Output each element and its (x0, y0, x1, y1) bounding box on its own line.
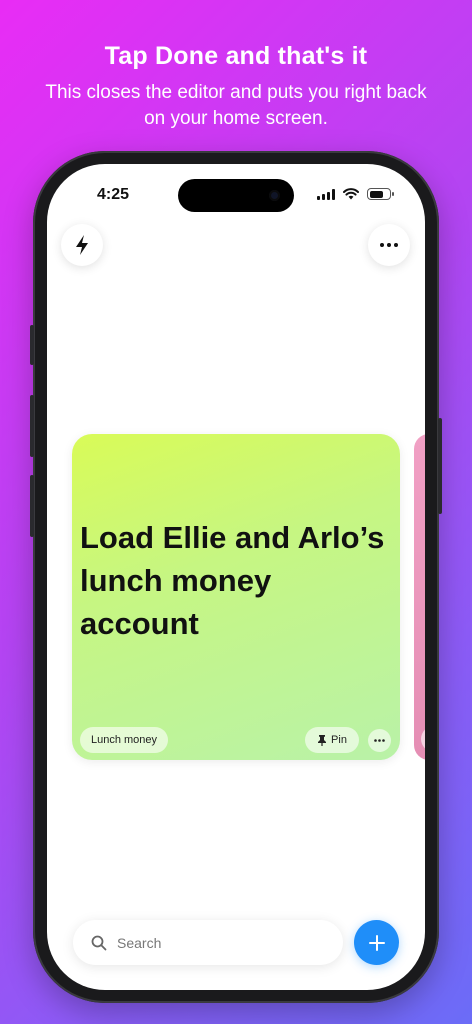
phone-volume-down (30, 475, 34, 537)
add-note-button[interactable] (354, 920, 399, 965)
search-bar[interactable] (73, 920, 343, 965)
camera-icon (269, 190, 280, 201)
search-input[interactable] (117, 934, 317, 951)
note-card[interactable]: Load Ellie and Arlo’s lunch money accoun… (72, 434, 400, 760)
more-icon (380, 243, 398, 247)
signal-icon (317, 188, 335, 200)
more-options-button[interactable] (368, 224, 410, 266)
pin-label: Pin (331, 734, 347, 746)
bolt-icon (76, 235, 88, 255)
plus-icon (368, 934, 385, 951)
dynamic-island (178, 179, 294, 212)
next-card-peek[interactable] (414, 434, 425, 760)
wifi-icon (343, 188, 359, 200)
card-tag-label: Lunch money (90, 734, 158, 746)
phone-screen: 4:25 Load Ellie and Arlo’s lunch money a… (47, 164, 425, 990)
more-icon (374, 739, 385, 742)
bolt-button[interactable] (61, 224, 103, 266)
pin-icon (318, 734, 327, 746)
pin-button[interactable]: Pin (305, 727, 359, 753)
promo-headline: Tap Done and that's it (104, 42, 368, 70)
promo-subline: This closes the editor and puts you righ… (45, 82, 427, 129)
card-title: Load Ellie and Arlo’s lunch money accoun… (80, 520, 385, 641)
phone-power-button (438, 418, 442, 514)
phone-volume-up (30, 395, 34, 457)
card-tag-chip[interactable]: Lunch money (80, 727, 168, 753)
status-time: 4:25 (97, 186, 130, 203)
search-icon (91, 935, 107, 950)
battery-icon (367, 188, 394, 200)
phone-action-button (30, 325, 34, 365)
card-more-button[interactable] (368, 729, 391, 752)
status-icons (317, 188, 394, 200)
